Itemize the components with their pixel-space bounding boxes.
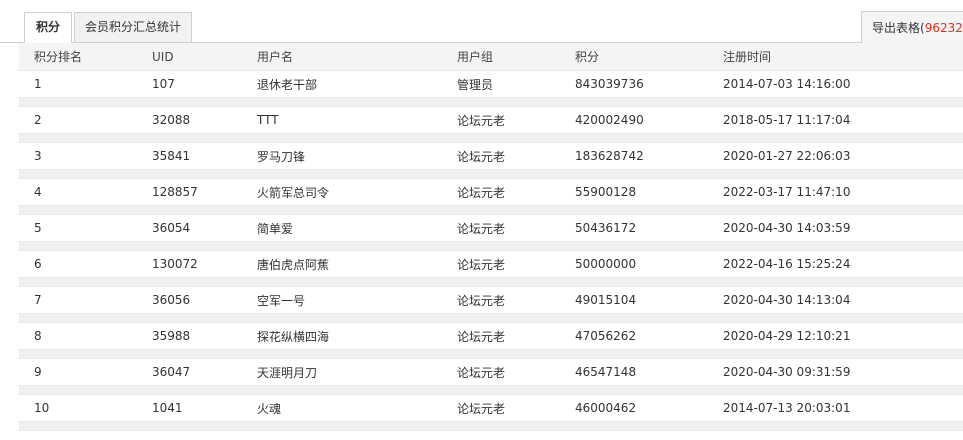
rank-cell: 10 <box>34 401 50 415</box>
username-cell: 退休老干部 <box>257 77 318 92</box>
uid-cell: 1041 <box>152 401 183 415</box>
table-row: 9 36047 天涯明月刀 论坛元老 46547148 2020-04-30 0… <box>19 359 963 386</box>
user-group-cell: 论坛元老 <box>457 257 506 272</box>
username-cell: 空军一号 <box>257 293 306 308</box>
table-row: 1 107 退休老干部 管理员 843039736 2014-07-03 14:… <box>19 71 963 98</box>
table-row: 8 35988 探花纵横四海 论坛元老 47056262 2020-04-29 … <box>19 323 963 350</box>
header-register-time: 注册时间 <box>723 50 772 64</box>
user-group-cell: 论坛元老 <box>457 365 506 380</box>
table-row: 4 128857 火箭军总司令 论坛元老 55900128 2022-03-17… <box>19 179 963 206</box>
points-cell: 50436172 <box>575 221 637 235</box>
points-cell: 49015104 <box>575 293 637 307</box>
username-cell: 罗马刀锋 <box>257 149 306 164</box>
rank-cell: 7 <box>34 293 42 307</box>
rank-cell: 2 <box>34 113 42 127</box>
row-separator <box>19 422 963 431</box>
header-rank: 积分排名 <box>34 50 83 64</box>
tab-points[interactable]: 积分 <box>24 12 72 44</box>
uid-cell: 107 <box>152 77 175 91</box>
points-cell: 47056262 <box>575 329 637 343</box>
register-time-cell: 2014-07-13 20:03:01 <box>723 401 851 415</box>
username-cell: 探花纵横四海 <box>257 329 330 344</box>
row-separator <box>19 350 963 359</box>
uid-cell: 128857 <box>152 185 198 199</box>
register-time-cell: 2018-05-17 11:17:04 <box>723 113 851 127</box>
register-time-cell: 2020-04-30 14:13:04 <box>723 293 851 307</box>
header-username: 用户名 <box>257 50 294 64</box>
username-cell: TTT <box>257 113 279 127</box>
row-separator <box>19 314 963 323</box>
ranking-table: 积分排名 UID 用户名 用户组 积分 注册时间 1 107 退休老干部 管理员… <box>19 43 963 431</box>
uid-cell: 32088 <box>152 113 191 127</box>
rank-cell: 8 <box>34 329 42 343</box>
username-cell: 火箭军总司令 <box>257 185 330 200</box>
table-row: 3 35841 罗马刀锋 论坛元老 183628742 2020-01-27 2… <box>19 143 963 170</box>
rank-cell: 4 <box>34 185 42 199</box>
points-cell: 46000462 <box>575 401 637 415</box>
points-cell: 50000000 <box>575 257 637 271</box>
username-cell: 火魂 <box>257 401 282 416</box>
points-cell: 843039736 <box>575 77 644 91</box>
user-group-cell: 管理员 <box>457 77 494 92</box>
row-separator <box>19 278 963 287</box>
table-row: 7 36056 空军一号 论坛元老 49015104 2020-04-30 14… <box>19 287 963 314</box>
points-cell: 55900128 <box>575 185 637 199</box>
register-time-cell: 2020-01-27 22:06:03 <box>723 149 851 163</box>
row-separator <box>19 170 963 179</box>
user-group-cell: 论坛元老 <box>457 185 506 200</box>
tab-bar: 积分 会员积分汇总统计 导出表格(96232) <box>0 0 963 44</box>
register-time-cell: 2020-04-30 09:31:59 <box>723 365 851 379</box>
rank-cell: 1 <box>34 77 42 91</box>
row-separator <box>19 206 963 215</box>
header-points: 积分 <box>575 50 600 64</box>
user-group-cell: 论坛元老 <box>457 329 506 344</box>
table-row: 5 36054 简单爱 论坛元老 50436172 2020-04-30 14:… <box>19 215 963 242</box>
register-time-cell: 2020-04-30 14:03:59 <box>723 221 851 235</box>
register-time-cell: 2014-07-03 14:16:00 <box>723 77 851 91</box>
uid-cell: 36054 <box>152 221 191 235</box>
user-group-cell: 论坛元老 <box>457 401 506 416</box>
row-separator <box>19 386 963 395</box>
rank-cell: 5 <box>34 221 42 235</box>
points-cell: 46547148 <box>575 365 637 379</box>
points-cell: 183628742 <box>575 149 644 163</box>
row-separator <box>19 98 963 107</box>
export-label: 导出表格( <box>872 21 925 35</box>
tab-member-points-summary[interactable]: 会员积分汇总统计 <box>74 12 192 43</box>
header-user-group: 用户组 <box>457 50 494 64</box>
uid-cell: 36047 <box>152 365 191 379</box>
user-group-cell: 论坛元老 <box>457 113 506 128</box>
row-separator <box>19 134 963 143</box>
header-uid: UID <box>152 49 174 64</box>
table-row: 10 1041 火魂 论坛元老 46000462 2014-07-13 20:0… <box>19 395 963 422</box>
user-group-cell: 论坛元老 <box>457 221 506 236</box>
export-table-button[interactable]: 导出表格(96232) <box>861 11 963 43</box>
points-ranking-page: 积分 会员积分汇总统计 导出表格(96232) 积分排名 UID 用户名 用户组… <box>0 0 963 440</box>
username-cell: 简单爱 <box>257 221 294 236</box>
rank-cell: 9 <box>34 365 42 379</box>
user-group-cell: 论坛元老 <box>457 149 506 164</box>
table-row: 6 130072 唐伯虎点阿蕉 论坛元老 50000000 2022-04-16… <box>19 251 963 278</box>
uid-cell: 36056 <box>152 293 191 307</box>
register-time-cell: 2022-04-16 15:25:24 <box>723 257 851 271</box>
register-time-cell: 2020-04-29 12:10:21 <box>723 329 851 343</box>
table-header: 积分排名 UID 用户名 用户组 积分 注册时间 <box>19 43 963 71</box>
username-cell: 唐伯虎点阿蕉 <box>257 257 330 272</box>
row-separator <box>19 242 963 251</box>
table-row: 2 32088 TTT 论坛元老 420002490 2018-05-17 11… <box>19 107 963 134</box>
rank-cell: 3 <box>34 149 42 163</box>
register-time-cell: 2022-03-17 11:47:10 <box>723 185 851 199</box>
points-cell: 420002490 <box>575 113 644 127</box>
uid-cell: 35841 <box>152 149 191 163</box>
export-count: 96232 <box>924 21 963 35</box>
uid-cell: 35988 <box>152 329 191 343</box>
user-group-cell: 论坛元老 <box>457 293 506 308</box>
username-cell: 天涯明月刀 <box>257 365 318 380</box>
rank-cell: 6 <box>34 257 42 271</box>
uid-cell: 130072 <box>152 257 198 271</box>
